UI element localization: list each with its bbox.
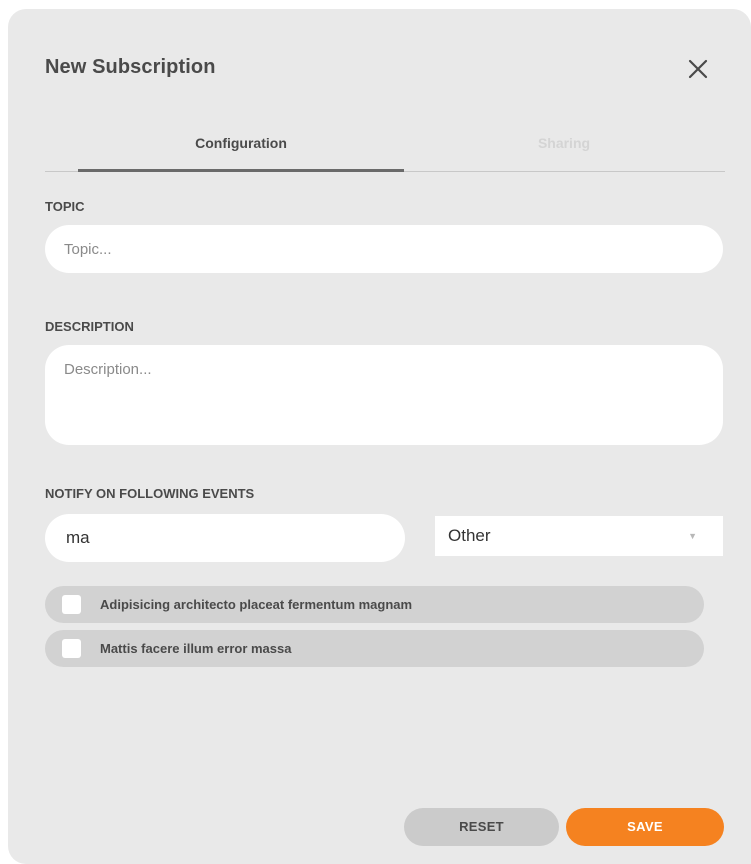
topic-input[interactable] xyxy=(45,225,723,273)
tab-configuration[interactable]: Configuration xyxy=(78,129,404,172)
event-category-value: Other xyxy=(448,526,491,545)
reset-button[interactable]: RESET xyxy=(404,808,559,846)
events-label: NOTIFY ON FOLLOWING EVENTS xyxy=(45,486,255,501)
event-option-label: Mattis facere illum error massa xyxy=(100,641,292,656)
event-option[interactable]: Adipisicing architecto placeat fermentum… xyxy=(45,586,704,623)
description-textarea[interactable] xyxy=(45,345,723,445)
event-option[interactable]: Mattis facere illum error massa xyxy=(45,630,704,667)
new-subscription-dialog: New Subscription Configuration Sharing T… xyxy=(8,9,751,864)
close-icon[interactable] xyxy=(686,57,710,81)
caret-down-icon: ▼ xyxy=(688,531,697,541)
topic-label: TOPIC xyxy=(45,199,85,214)
description-label: DESCRIPTION xyxy=(45,319,134,334)
tab-bar: Configuration Sharing xyxy=(45,129,725,172)
event-category-select[interactable]: Other ▼ xyxy=(435,516,723,556)
event-option-label: Adipisicing architecto placeat fermentum… xyxy=(100,597,413,612)
dialog-title: New Subscription xyxy=(45,56,216,78)
checkbox[interactable] xyxy=(62,595,81,614)
save-button[interactable]: SAVE xyxy=(566,808,724,846)
tab-sharing[interactable]: Sharing xyxy=(404,129,724,171)
checkbox[interactable] xyxy=(62,639,81,658)
events-search-input[interactable] xyxy=(45,514,405,562)
